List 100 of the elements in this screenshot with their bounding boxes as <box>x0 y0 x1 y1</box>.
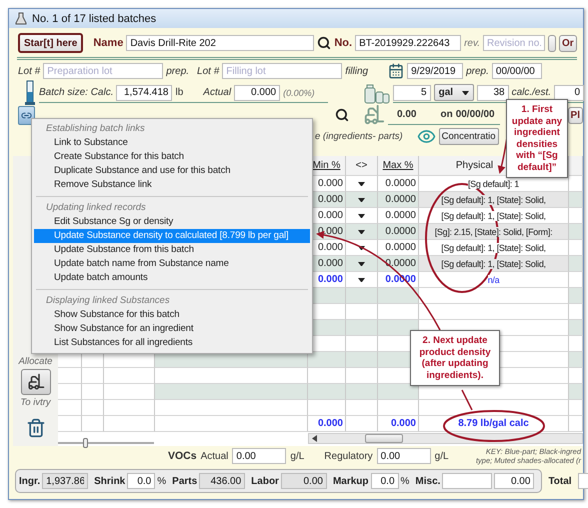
summary-field[interactable]: 0.0 <box>127 473 156 489</box>
menu-item[interactable]: Duplicate Substance and use for this batch <box>34 164 310 178</box>
table-cell <box>104 384 155 400</box>
menu-item[interactable]: Show Substance for an ingredient <box>34 322 310 336</box>
actual-label: Actual <box>203 87 232 98</box>
rev-label: rev. <box>464 38 480 48</box>
regulatory-label: Regulatory <box>324 450 373 462</box>
on-label: on <box>440 109 453 120</box>
summary-label: Misc. <box>415 476 440 486</box>
max-percent-cell: 0.0000 <box>378 224 419 240</box>
menu-item[interactable]: Edit Substance Sg or density <box>34 215 310 229</box>
scrollbar-thumb[interactable] <box>365 434 403 442</box>
unit-dropdown[interactable]: gal <box>434 84 474 101</box>
max-percent-cell: 0.0000 <box>378 240 419 256</box>
total-label: Total <box>548 476 572 486</box>
column-header[interactable]: Physical <box>456 160 494 171</box>
summary-field[interactable]: 0.00 <box>494 473 534 489</box>
preparation-lot-field[interactable]: Preparation lot <box>43 63 164 79</box>
caret-icon[interactable] <box>358 246 365 250</box>
date-field[interactable]: 00/00/00 <box>492 63 542 79</box>
min-total-cell: 0.000 <box>308 416 346 432</box>
max-percent-cell: 0.0000 <box>378 208 419 224</box>
start-here-button[interactable]: Star[t] here <box>18 33 84 53</box>
physical-cell: [Sg default]: 1 <box>419 176 569 192</box>
table-cell <box>569 272 583 288</box>
caret-icon[interactable] <box>358 230 365 234</box>
voc-regulatory-field[interactable]: 0.00 <box>376 448 431 464</box>
menu-item[interactable]: Update Substance from this batch <box>34 243 310 257</box>
column-header[interactable]: <> <box>356 160 368 171</box>
small-button[interactable] <box>548 34 556 52</box>
search-icon[interactable] <box>317 36 332 50</box>
summary-field[interactable]: 0.00 <box>280 473 327 489</box>
table-cell <box>82 416 104 432</box>
percent-label: (0.00%) <box>283 88 315 98</box>
table-cell <box>569 384 583 400</box>
table-cell <box>378 384 419 400</box>
name-field[interactable]: Davis Drill-Rite 202 <box>126 35 314 51</box>
leader-line <box>461 390 473 410</box>
delete-icon[interactable] <box>26 418 46 438</box>
misc-description-field[interactable] <box>442 473 492 489</box>
cut-button[interactable]: Pl <box>568 106 583 124</box>
table-cell <box>346 336 378 352</box>
table-cell <box>82 400 104 416</box>
actual-label: Actual <box>200 450 228 462</box>
concentration-button[interactable]: Concentratio <box>438 128 499 144</box>
flask-icon <box>15 12 27 25</box>
table-cell <box>58 400 82 416</box>
filling-lot-field[interactable]: Filling lot <box>222 63 342 79</box>
inventory-amount: 0.00 <box>397 109 416 120</box>
containers-field[interactable]: 38 <box>476 84 509 100</box>
slider-handle[interactable] <box>83 438 88 448</box>
to-inventory-button[interactable] <box>20 369 50 395</box>
search-icon[interactable] <box>335 108 349 122</box>
table-cell <box>378 400 419 416</box>
menu-item[interactable]: Remove Substance link <box>34 178 310 192</box>
date-field[interactable]: 9/29/2019 <box>407 63 464 79</box>
table-cell <box>346 368 378 384</box>
calc-size-field[interactable]: 1,574.418 <box>116 84 172 100</box>
calendar-icon[interactable] <box>388 63 404 79</box>
summary-label: Labor <box>251 476 279 486</box>
menu-item[interactable]: List Substances for all ingredients <box>34 336 310 350</box>
summary-field[interactable]: 436.00 <box>199 473 246 489</box>
horizontal-scrollbar[interactable] <box>308 432 583 444</box>
unit-label: lb <box>175 87 184 98</box>
estimate-field[interactable]: 0 <box>554 84 584 100</box>
table-cell <box>569 352 583 368</box>
table-cell <box>308 400 346 416</box>
table-cell <box>378 288 419 304</box>
caret-icon[interactable] <box>358 214 365 218</box>
left-arrow-icon[interactable] <box>312 434 317 442</box>
link-button[interactable] <box>18 106 35 124</box>
summary-label: Shrink <box>94 476 126 486</box>
caret-icon[interactable] <box>358 198 365 202</box>
column-header[interactable]: Max % <box>382 160 414 171</box>
menu-item[interactable]: Update batch name from Substance name <box>34 257 310 271</box>
table-cell <box>82 368 104 384</box>
number-field[interactable]: BT-2019929.222643 <box>355 35 462 51</box>
menu-item[interactable]: Link to Substance <box>34 136 310 150</box>
caret-icon <box>462 90 469 94</box>
unit-label: g/L <box>434 450 449 462</box>
lot-label: Lot # <box>18 66 40 76</box>
voc-actual-field[interactable]: 0.00 <box>232 448 286 464</box>
column-header[interactable]: Min % <box>312 160 340 171</box>
table-cell <box>82 384 104 400</box>
caret-icon[interactable] <box>358 262 365 266</box>
menu-item[interactable]: Show Substance for this batch <box>34 308 310 322</box>
summary-field[interactable]: 0.0 <box>370 473 399 489</box>
table-cell <box>346 384 378 400</box>
caret-icon[interactable] <box>358 278 365 282</box>
menu-item[interactable]: Update Substance density to calculated [8.799 lb per gal] <box>34 229 310 243</box>
table-cell <box>569 256 583 272</box>
actual-size-field[interactable]: 0.000 <box>234 84 280 100</box>
caret-icon[interactable] <box>358 182 365 186</box>
table-cell <box>104 368 155 384</box>
count-field[interactable]: 5 <box>392 84 431 100</box>
menu-item[interactable]: Update batch amounts <box>34 271 310 285</box>
cut-button[interactable]: Or <box>559 34 577 52</box>
revision-field[interactable]: Revision no. <box>483 35 545 51</box>
menu-item[interactable]: Create Substance for this batch <box>34 150 310 164</box>
table-cell <box>58 368 82 384</box>
